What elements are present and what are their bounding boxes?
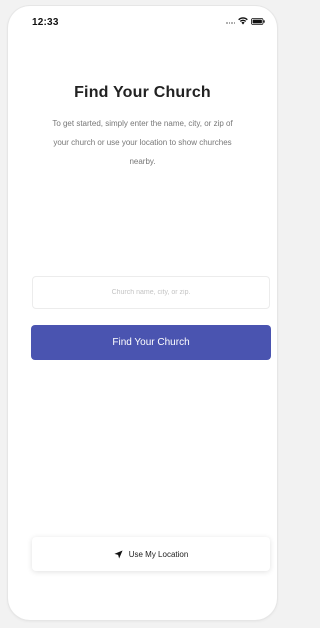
location-arrow-icon [114, 549, 123, 559]
status-time: 12:33 [32, 17, 59, 28]
find-church-button[interactable]: Find Your Church [31, 325, 271, 360]
status-icons [226, 17, 265, 25]
phone-screen: 12:33 Find Your Church To get started, s… [8, 6, 277, 620]
wifi-icon [238, 17, 248, 25]
page-subtitle: To get started, simply enter the name, c… [52, 119, 233, 166]
church-search-input[interactable] [32, 276, 270, 309]
battery-icon [251, 17, 265, 25]
use-my-location-button[interactable]: Use My Location [32, 537, 270, 571]
status-bar: 12:33 [8, 6, 277, 36]
page-title: Find Your Church [74, 84, 211, 101]
signal-icon [226, 18, 235, 24]
use-my-location-label: Use My Location [128, 549, 189, 559]
